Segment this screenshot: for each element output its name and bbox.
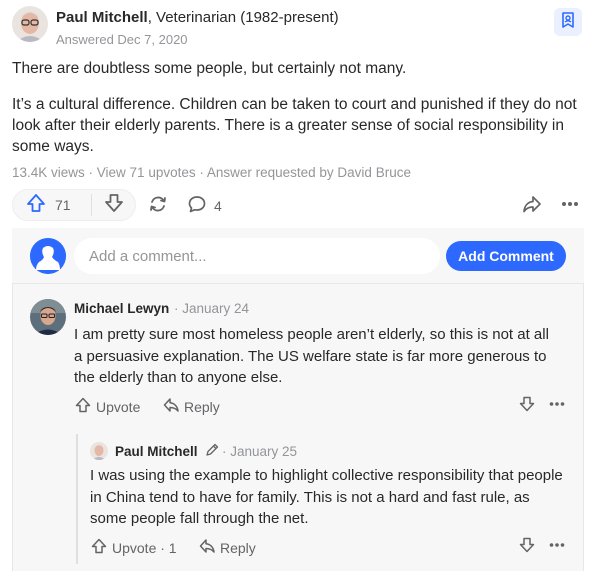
more-options-button[interactable] [556,192,584,220]
author-credential[interactable]: , Veterinarian (1982-present) [148,9,339,26]
forward-button[interactable] [518,192,546,220]
answered-date[interactable]: Answered Dec 7, 2020 [56,32,188,47]
author-line: Paul Mitchell, Veterinarian (1982-presen… [56,9,339,26]
share-cycle-icon [147,193,169,220]
add-comment-button[interactable]: Add Comment [446,241,566,271]
reply-label: Reply [220,539,256,556]
bookmark-button[interactable] [554,8,582,36]
answer-paragraph: There are doubtless some people, but cer… [12,60,407,77]
downvote-button[interactable] [92,190,135,220]
comment-button[interactable]: 4 [186,192,222,220]
comment-input[interactable] [74,238,440,274]
reply-arrow-icon [162,396,180,417]
reply-more-button[interactable] [546,537,568,557]
upvote-count: 71 [55,197,71,213]
reply-upvote-button[interactable]: Upvote · 1 [90,537,177,558]
comment-upvote-button[interactable]: Upvote [74,396,140,417]
reply-text: I was using the example to highlight col… [90,467,563,527]
upvote-label: Upvote [96,398,141,415]
forward-arrow-icon [521,193,543,220]
more-dots-icon [547,535,567,560]
commenter-avatar[interactable] [30,299,66,335]
share-button[interactable] [144,192,172,220]
upvote-label: Upvote · 1 [112,539,177,556]
pencil-icon [204,442,220,463]
comment-input-field[interactable] [89,247,425,265]
comment-reply-button[interactable]: Reply [162,396,220,417]
user-avatar[interactable] [30,238,66,274]
more-dots-icon [559,193,581,220]
arrow-up-icon [74,396,92,417]
reply-author-avatar[interactable] [90,442,108,460]
reply-downvote-button[interactable] [516,537,538,557]
reply-arrow-icon [198,537,216,558]
comment-date[interactable]: · January 24 [174,301,249,316]
answer-meta[interactable]: 13.4K views · View 71 upvotes · Answer r… [12,165,411,180]
comment-author[interactable]: Michael Lewyn [74,301,169,316]
more-dots-icon [547,394,567,419]
arrow-down-icon [518,536,536,559]
author-name[interactable]: Paul Mitchell [56,9,148,26]
comment-downvote-button[interactable] [516,396,538,416]
upvote-button[interactable]: 71 [13,190,91,220]
comment-count: 4 [214,198,222,214]
reply-author[interactable]: Paul Mitchell [115,444,198,459]
arrow-up-icon [25,192,47,219]
answer-paragraph: It’s a cultural difference. Children can… [12,96,577,155]
comment-more-button[interactable] [546,396,568,416]
reply-date[interactable]: · January 25 [222,444,297,459]
reply-thread-line [76,434,78,564]
reply-reply-button[interactable]: Reply [198,537,256,558]
comment-bubble-icon [186,193,208,220]
bookmark-user-icon [559,11,577,34]
vote-pill: 71 [12,189,136,221]
author-avatar[interactable] [12,6,48,42]
comment-text: I am pretty sure most homeless people ar… [74,326,549,386]
arrow-down-icon [103,192,125,219]
reply-label: Reply [184,398,220,415]
arrow-up-icon [90,537,108,558]
arrow-down-icon [518,395,536,418]
